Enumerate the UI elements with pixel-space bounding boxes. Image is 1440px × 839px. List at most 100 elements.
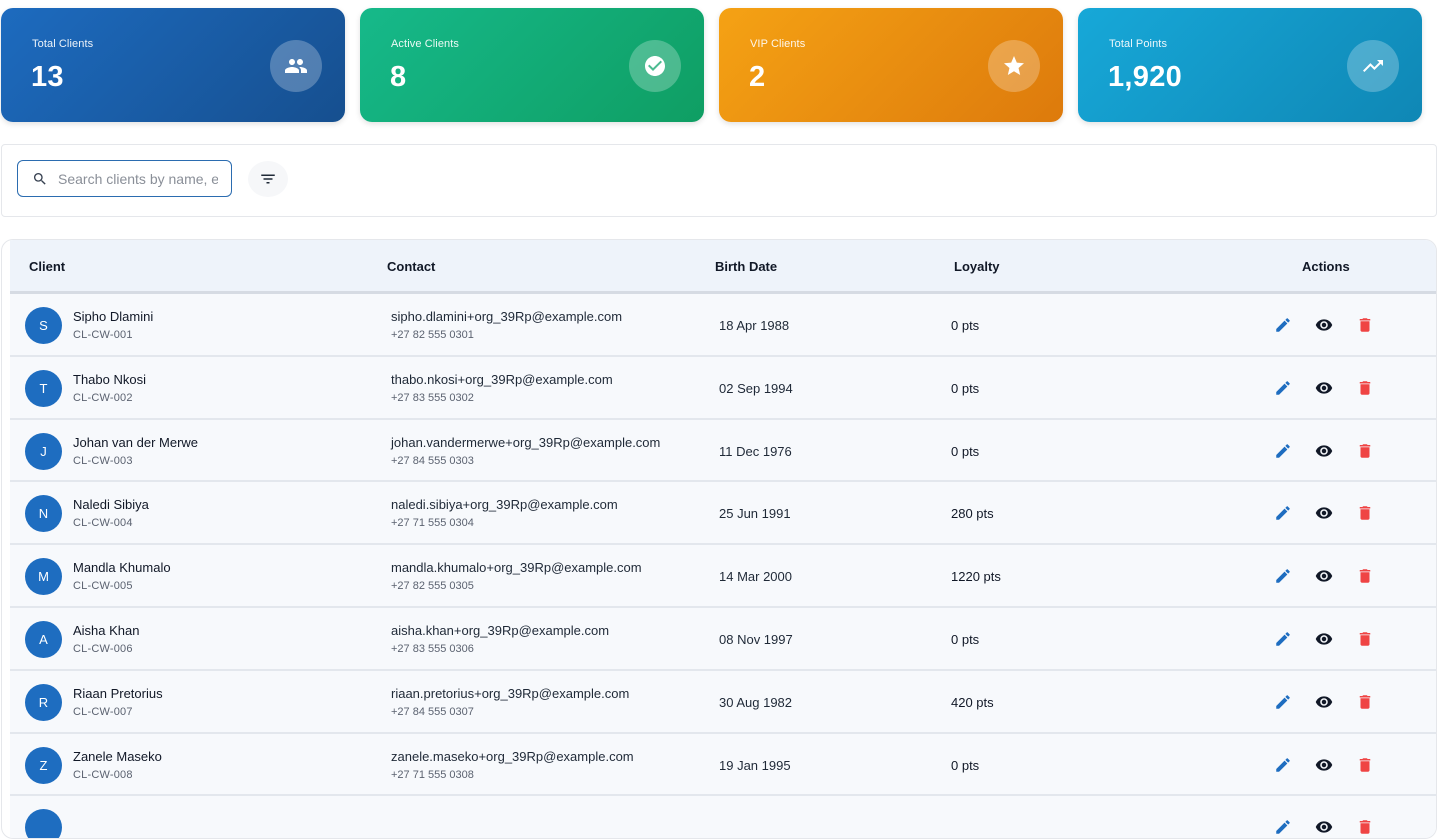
avatar: M xyxy=(25,558,62,596)
trash-icon xyxy=(1359,757,1371,772)
eye-icon xyxy=(1315,696,1333,708)
edit-button[interactable] xyxy=(1272,754,1294,776)
delete-button[interactable] xyxy=(1354,440,1376,462)
search-toolbar xyxy=(1,144,1437,217)
table-row[interactable]: T Thabo Nkosi CL-CW-002 thabo.nkosi+org_… xyxy=(10,356,1436,420)
stat-card-active-clients: Active Clients 8 xyxy=(360,8,704,122)
trash-icon xyxy=(1359,381,1371,395)
client-email: johan.vandermerwe+org_39Rp@example.com xyxy=(391,434,661,450)
loyalty-points: 420 pts xyxy=(951,694,994,710)
table-row[interactable]: A Aisha Khan CL-CW-006 aisha.khan+org_39… xyxy=(10,607,1436,671)
clients-table: Client Contact Birth Date Loyalty Action… xyxy=(1,239,1437,839)
view-button[interactable] xyxy=(1313,691,1335,713)
edit-button[interactable] xyxy=(1272,314,1294,336)
edit-button[interactable] xyxy=(1272,628,1294,650)
birth-date: 14 Mar 2000 xyxy=(719,569,792,585)
loyalty-points: 280 pts xyxy=(951,506,994,522)
client-id: CL-CW-002 xyxy=(73,391,133,404)
client-phone: +27 83 555 0302 xyxy=(391,391,474,404)
client-name: Aisha Khan xyxy=(73,622,140,638)
edit-button[interactable] xyxy=(1272,502,1294,524)
edit-button[interactable] xyxy=(1272,440,1294,462)
view-button[interactable] xyxy=(1313,440,1335,462)
client-email: sipho.dlamini+org_39Rp@example.com xyxy=(391,309,623,324)
pencil-icon xyxy=(1276,569,1290,583)
header-birth-date[interactable]: Birth Date xyxy=(715,259,777,274)
table-row[interactable]: N Naledi Sibiya CL-CW-004 naledi.sibiya+… xyxy=(10,482,1436,546)
check-circle-icon xyxy=(629,40,681,92)
avatar: J xyxy=(25,432,62,470)
view-button[interactable] xyxy=(1313,314,1335,336)
stats-cards: Total Clients 13 Active Clients 8 VIP Cl… xyxy=(1,8,1423,122)
trash-icon xyxy=(1359,695,1371,709)
eye-icon xyxy=(1315,821,1333,833)
view-button[interactable] xyxy=(1313,502,1335,524)
stat-card-vip-clients: VIP Clients 2 xyxy=(719,8,1063,122)
delete-button[interactable] xyxy=(1354,565,1376,587)
client-phone: +27 83 555 0306 xyxy=(391,642,474,655)
filter-button[interactable] xyxy=(248,161,288,197)
eye-icon xyxy=(1315,570,1333,582)
client-email: zanele.maseko+org_39Rp@example.com xyxy=(391,748,634,764)
delete-button[interactable] xyxy=(1354,754,1376,776)
delete-button[interactable] xyxy=(1354,816,1376,838)
eye-icon xyxy=(1315,319,1333,331)
client-phone: +27 84 555 0307 xyxy=(391,705,474,718)
trash-icon xyxy=(1359,443,1371,458)
table-row[interactable]: M Mandla Khumalo CL-CW-005 mandla.khumal… xyxy=(10,545,1436,608)
header-client[interactable]: Client xyxy=(29,259,65,274)
avatar: N xyxy=(25,495,62,533)
client-id: CL-CW-005 xyxy=(73,580,133,593)
eye-icon xyxy=(1315,444,1333,457)
eye-icon xyxy=(1315,633,1333,645)
filter-icon xyxy=(261,174,275,184)
delete-button[interactable] xyxy=(1354,691,1376,713)
delete-button[interactable] xyxy=(1354,377,1376,399)
edit-button[interactable] xyxy=(1272,691,1294,713)
pencil-icon xyxy=(1276,632,1290,646)
table-row[interactable] xyxy=(10,796,1436,838)
view-button[interactable] xyxy=(1313,628,1335,650)
stat-label: Total Clients xyxy=(32,38,94,50)
table-row[interactable]: Z Zanele Maseko CL-CW-008 zanele.maseko+… xyxy=(10,733,1436,797)
birth-date: 30 Aug 1982 xyxy=(719,694,793,710)
view-button[interactable] xyxy=(1313,816,1335,838)
trash-icon xyxy=(1359,318,1371,332)
client-name: Riaan Pretorius xyxy=(73,685,163,701)
edit-button[interactable] xyxy=(1272,377,1294,399)
edit-button[interactable] xyxy=(1272,565,1294,587)
pencil-icon xyxy=(1276,318,1290,332)
stat-card-total-clients: Total Clients 13 xyxy=(1,8,345,122)
birth-date: 11 Dec 1976 xyxy=(719,443,792,459)
table-row[interactable]: S Sipho Dlamini CL-CW-001 sipho.dlamini+… xyxy=(10,294,1436,357)
stat-label: VIP Clients xyxy=(750,38,806,50)
stat-label: Total Points xyxy=(1109,38,1168,50)
view-button[interactable] xyxy=(1313,754,1335,776)
loyalty-points: 0 pts xyxy=(951,318,980,333)
loyalty-points: 1220 pts xyxy=(951,569,1001,585)
table-row[interactable]: J Johan van der Merwe CL-CW-003 johan.va… xyxy=(10,419,1436,483)
header-loyalty[interactable]: Loyalty xyxy=(954,259,1000,274)
client-email: mandla.khumalo+org_39Rp@example.com xyxy=(391,560,642,576)
client-phone: +27 84 555 0303 xyxy=(391,454,474,467)
table-body: S Sipho Dlamini CL-CW-001 sipho.dlamini+… xyxy=(10,294,1436,838)
client-id: CL-CW-008 xyxy=(73,768,133,781)
edit-button[interactable] xyxy=(1272,816,1294,838)
delete-button[interactable] xyxy=(1354,502,1376,524)
client-id: CL-CW-001 xyxy=(73,329,133,341)
avatar: S xyxy=(25,307,62,344)
client-email: thabo.nkosi+org_39Rp@example.com xyxy=(391,371,613,387)
star-icon xyxy=(988,40,1040,92)
search-box[interactable] xyxy=(17,160,232,197)
client-name: Naledi Sibiya xyxy=(73,497,149,513)
delete-button[interactable] xyxy=(1354,314,1376,336)
header-contact[interactable]: Contact xyxy=(387,259,435,274)
table-row[interactable]: R Riaan Pretorius CL-CW-007 riaan.pretor… xyxy=(10,670,1436,734)
view-button[interactable] xyxy=(1313,565,1335,587)
pencil-icon xyxy=(1276,757,1290,772)
delete-button[interactable] xyxy=(1354,628,1376,650)
view-button[interactable] xyxy=(1313,377,1335,399)
search-input[interactable] xyxy=(58,170,218,187)
birth-date: 02 Sep 1994 xyxy=(719,380,793,396)
birth-date: 19 Jan 1995 xyxy=(719,757,791,773)
